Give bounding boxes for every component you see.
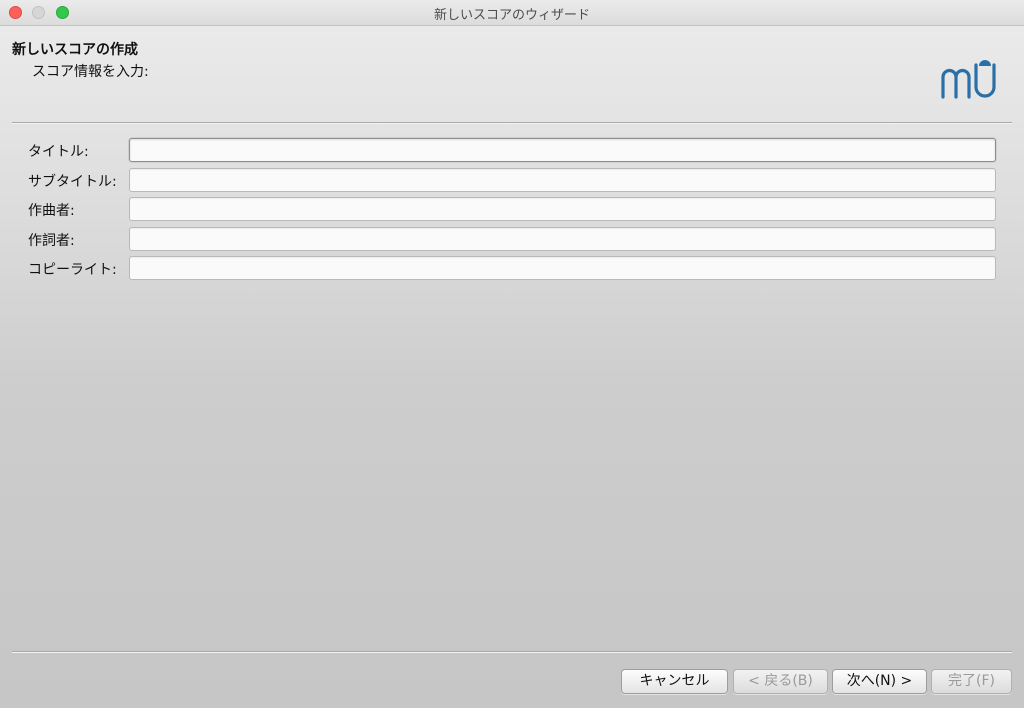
composer-field-row: 作曲者: (0, 197, 1024, 221)
cancel-button[interactable]: キャンセル (621, 669, 728, 694)
composer-label: 作曲者: (28, 203, 75, 219)
composer-input[interactable] (129, 197, 996, 221)
lyricist-field-row: 作詞者: (0, 227, 1024, 251)
lyricist-input[interactable] (129, 227, 996, 251)
copyright-field-row: コピーライト: (0, 256, 1024, 280)
subtitle-input[interactable] (129, 168, 996, 192)
footer-separator (12, 651, 1012, 653)
finish-button[interactable]: 完了(F) (931, 669, 1012, 694)
lyricist-label: 作詞者: (28, 233, 75, 249)
copyright-label: コピーライト: (28, 262, 117, 278)
title-label: タイトル: (28, 144, 89, 160)
new-score-wizard-window: 新しいスコアのウィザード 新しいスコアの作成 スコア情報を入力: タイトル: サ… (0, 0, 1024, 708)
window-title: 新しいスコアのウィザード (433, 8, 590, 23)
musescore-logo-icon (941, 60, 996, 99)
back-button[interactable]: < 戻る(B) (733, 669, 828, 694)
title-bar: 新しいスコアのウィザード (0, 0, 1024, 26)
next-button[interactable]: 次へ(N) > (832, 669, 927, 694)
title-input[interactable] (129, 138, 996, 162)
title-field-row: タイトル: (0, 138, 1024, 162)
page-title: 新しいスコアの作成 (12, 42, 138, 58)
subtitle-field-row: サブタイトル: (0, 168, 1024, 192)
header-separator (12, 122, 1012, 124)
page-subtitle: スコア情報を入力: (32, 64, 149, 80)
copyright-input[interactable] (129, 256, 996, 280)
subtitle-label: サブタイトル: (28, 174, 117, 190)
